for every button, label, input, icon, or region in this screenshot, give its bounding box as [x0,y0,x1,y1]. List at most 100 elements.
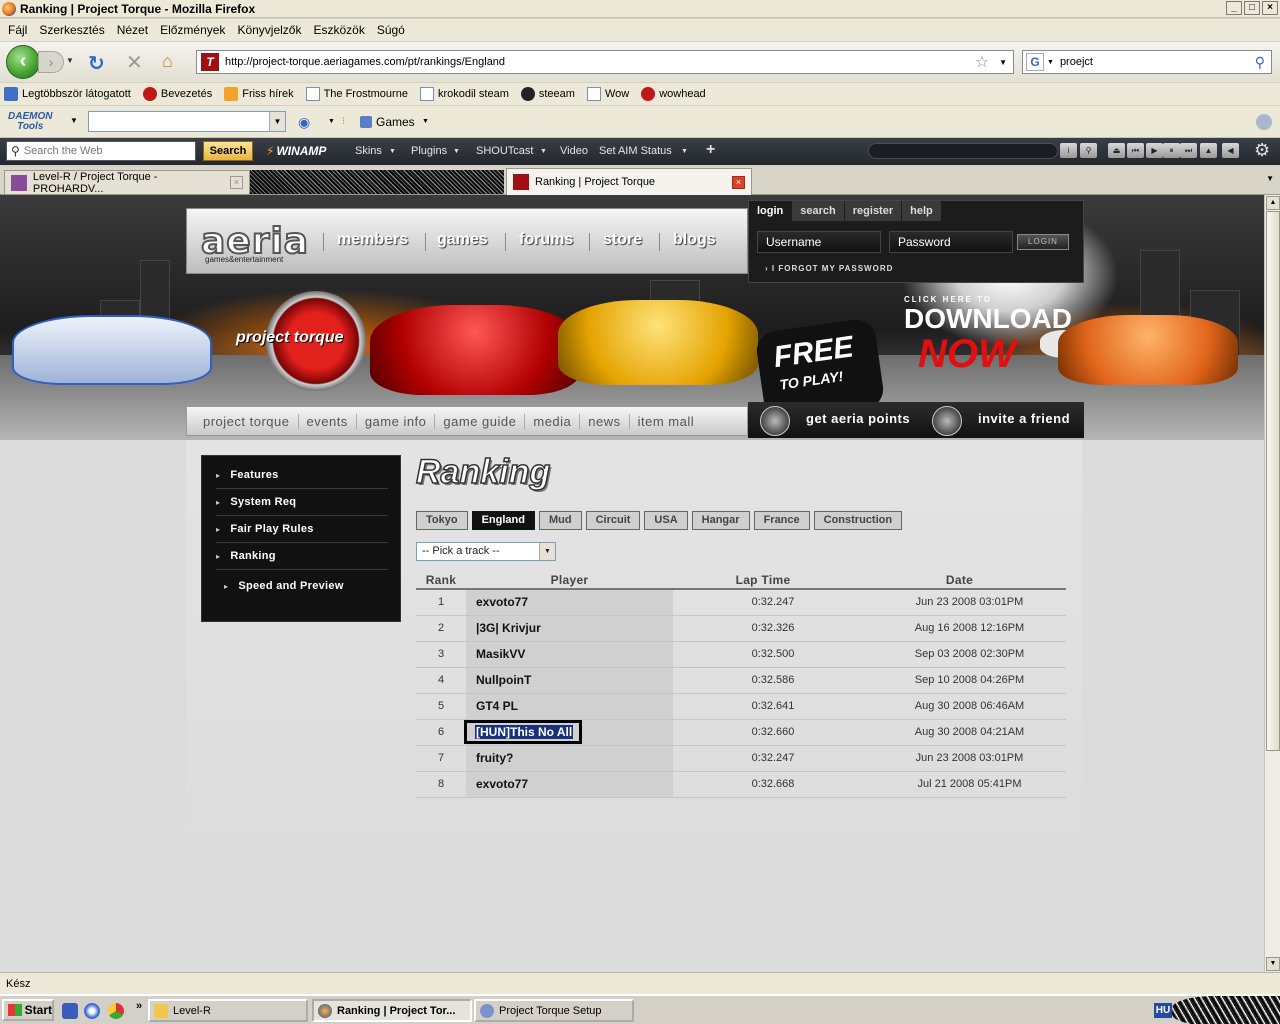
reload-icon[interactable]: ↻ [88,51,105,76]
track-select[interactable]: -- Pick a track -- ▼ [416,542,556,561]
media-player-icon[interactable] [84,1003,100,1019]
tab-login[interactable]: login [749,201,793,221]
toolbar-options-icon[interactable] [1256,114,1272,130]
back-button[interactable]: ‹ [6,45,40,79]
track-tab-hangar[interactable]: Hangar [691,511,750,530]
bookmark-item[interactable]: Bevezetés [142,87,212,101]
username-field[interactable]: Username [757,231,881,253]
daemon-search-combo[interactable]: ▼ [88,111,286,132]
globe-dropdown-icon[interactable]: ▼ [328,118,335,125]
project-torque-logo[interactable]: project torque [236,291,376,391]
globe-icon[interactable]: ◉ [298,114,310,131]
web-search-button[interactable]: Search [203,141,253,161]
url-dropdown-icon[interactable]: ▼ [999,58,1007,67]
download-now-banner[interactable]: CLICK HERE TO DOWNLOAD NOW [904,295,1072,374]
quick-launch-more-icon[interactable]: » [136,1000,142,1012]
sidebar-item-speed-preview[interactable]: ▸ Speed and Preview [216,570,388,602]
selected-text-box[interactable]: [HUN]This No All [464,720,583,744]
track-tab-tokyo[interactable]: Tokyo [416,511,468,530]
tab-level-r[interactable]: Level-R / Project Torque - PROHARDV... × [4,170,250,195]
forgot-password-link[interactable]: › I FORGOT MY PASSWORD [765,264,893,273]
info-icon[interactable]: i [1060,143,1077,158]
bookmark-item[interactable]: Wow [586,87,629,101]
nav-members[interactable]: members [337,231,408,249]
close-tab-icon[interactable]: × [732,175,745,189]
search-query[interactable]: proejct [1060,56,1255,68]
search-icon[interactable]: ⚲ [1255,54,1265,71]
menu-history[interactable]: Előzmények [156,23,233,37]
menu-edit[interactable]: Szerkesztés [35,23,112,37]
previous-icon[interactable]: ⏮ [1127,143,1144,158]
history-dropdown-icon[interactable]: ▼ [66,56,74,65]
save-disk-icon[interactable] [62,1003,78,1019]
next-icon[interactable]: ⏭ [1180,143,1197,158]
gear-icon[interactable]: ⚙ [1254,140,1270,161]
stop-icon[interactable]: ✕ [126,50,143,75]
selected-player-name[interactable]: [HUN]This No All [475,725,574,739]
daemon-tools-logo[interactable]: DAEMON Tools [8,112,52,132]
home-icon[interactable]: ⌂ [162,51,173,72]
nav-store[interactable]: store [603,231,642,249]
bookmark-item[interactable]: Legtöbbször látogatott [4,87,131,101]
scrollbar-thumb[interactable] [1266,211,1280,751]
track-tab-mud[interactable]: Mud [538,511,582,530]
maximize-button[interactable]: □ [1244,1,1260,15]
nav-games[interactable]: games [437,231,488,249]
tab-list-icon[interactable]: ▼ [1266,174,1274,183]
sidebar-item-ranking[interactable]: ▸ Ranking [216,543,388,570]
start-button[interactable]: Start [2,999,54,1021]
track-tab-usa[interactable]: USA [644,511,688,530]
bookmark-item[interactable]: The Frostmourne [305,87,408,101]
subnav-game-guide[interactable]: game guide [435,413,526,429]
play-icon[interactable]: ▶ [1146,143,1163,158]
winamp-menu-plugins[interactable]: Plugins [411,145,447,157]
bookmark-item[interactable]: krokodil steam [419,87,509,101]
add-icon[interactable]: + [706,141,715,159]
task-project-torque-setup[interactable]: Project Torque Setup [474,999,634,1022]
pause-icon[interactable]: ⏸ [1163,143,1180,158]
eject-icon[interactable]: ⏏ [1108,143,1125,158]
track-tab-france[interactable]: France [753,511,810,530]
track-tab-construction[interactable]: Construction [813,511,903,530]
web-search-input[interactable]: ⚲ Search the Web [6,141,196,161]
tab-help[interactable]: help [902,201,942,221]
google-icon[interactable]: G [1026,53,1044,71]
games-dropdown-icon[interactable]: ▼ [422,118,429,125]
winamp-logo[interactable]: WINAMP [266,144,326,158]
tab-ranking[interactable]: Ranking | Project Torque × [506,168,752,195]
chrome-icon[interactable] [108,1003,124,1019]
subnav-item-mall[interactable]: item mall [630,414,703,429]
winamp-menu-aim-status[interactable]: Set AIM Status [599,145,672,157]
language-indicator[interactable]: HU [1154,1003,1172,1018]
nav-forums[interactable]: forums [519,231,573,249]
subnav-game-info[interactable]: game info [357,413,436,429]
password-field[interactable]: Password [889,231,1013,253]
invite-friend-link[interactable]: invite a friend [978,411,1070,426]
winamp-menu-shoutcast[interactable]: SHOUTcast [476,145,533,157]
bookmark-star-icon[interactable]: ☆ [975,52,989,72]
chevron-down-icon[interactable]: ▼ [539,543,555,560]
menu-view[interactable]: Nézet [113,23,156,37]
volume-up-icon[interactable]: ▲ [1200,143,1217,158]
sidebar-item-features[interactable]: ▸ Features [216,462,388,489]
forward-button[interactable]: › [38,51,64,73]
subnav-project-torque[interactable]: project torque [195,413,299,429]
subnav-events[interactable]: events [299,413,357,429]
close-window-button[interactable]: × [1262,1,1278,15]
menu-help[interactable]: Súgó [373,23,413,37]
volume-icon[interactable]: ◀ [1222,143,1239,158]
url-text[interactable]: http://project-torque.aeriagames.com/pt/… [225,56,975,68]
track-tab-circuit[interactable]: Circuit [585,511,641,530]
combo-arrow-icon[interactable]: ▼ [269,112,285,131]
menu-bookmarks[interactable]: Könyvjelzők [233,23,309,37]
nav-blogs[interactable]: blogs [673,231,716,249]
winamp-menu-video[interactable]: Video [560,145,588,157]
tab-register[interactable]: register [844,201,903,221]
tab-search[interactable]: search [792,201,845,221]
url-bar[interactable]: T http://project-torque.aeriagames.com/p… [196,50,1014,74]
scroll-down-icon[interactable]: ▼ [1266,957,1280,971]
daemon-dropdown-icon[interactable]: ▼ [70,116,78,125]
search-small-icon[interactable]: ⚲ [1080,143,1097,158]
menu-tools[interactable]: Eszközök [309,23,372,37]
subnav-news[interactable]: news [580,413,630,429]
